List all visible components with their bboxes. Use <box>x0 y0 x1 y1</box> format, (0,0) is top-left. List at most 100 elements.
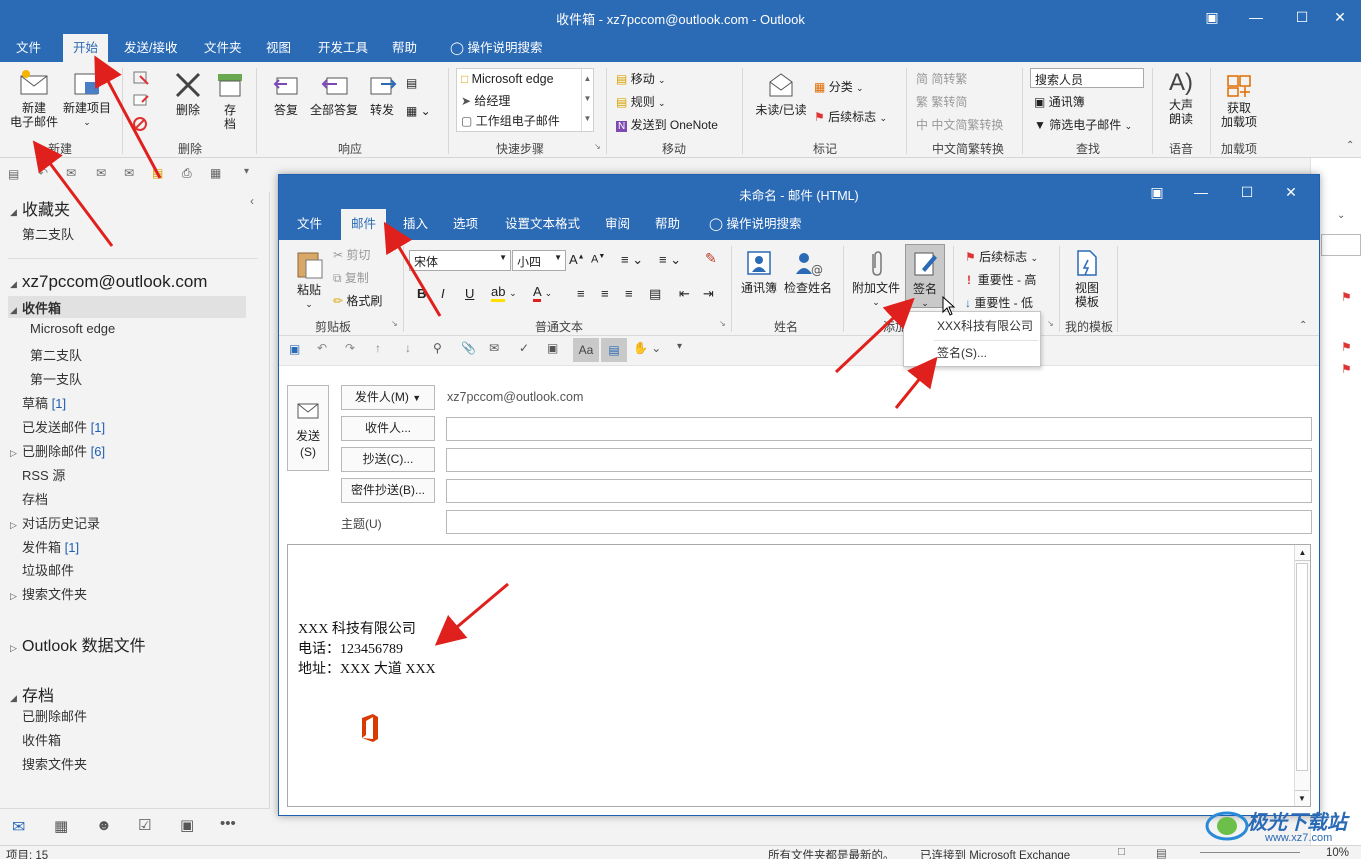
zoom-slider[interactable] <box>1200 852 1300 853</box>
categorize-button[interactable]: ▦ 分类 ⌄ <box>814 78 864 95</box>
folder-junk[interactable]: 垃圾邮件 <box>22 560 74 579</box>
restore-ribbon-icon[interactable]: ▣ <box>1190 4 1234 30</box>
justify-icon[interactable]: ▤ <box>649 286 661 302</box>
numbering-icon[interactable]: ≡ ⌄ <box>659 252 681 268</box>
copy-button[interactable]: ⧉ 复制 <box>333 269 369 286</box>
scroll-thumb[interactable] <box>1296 563 1308 771</box>
move-button[interactable]: ▤ 移动 ⌄ <box>616 70 666 87</box>
tab-options[interactable]: 选项 <box>443 209 488 240</box>
up-arrow-icon[interactable]: ↑ <box>375 341 381 355</box>
tab-developer[interactable]: 开发工具 <box>308 34 378 62</box>
paste-button[interactable]: 粘贴 ⌄ <box>289 248 329 311</box>
calendar-icon[interactable]: ▦ <box>54 817 68 835</box>
tab-review[interactable]: 审阅 <box>595 209 640 240</box>
signature-option[interactable]: XXX科技有限公司 <box>904 314 1040 338</box>
convert-button[interactable]: 中 中文简繁转换 <box>916 116 1003 133</box>
undo-icon[interactable]: ↶ <box>38 166 48 180</box>
ignore-icon[interactable] <box>132 70 150 89</box>
folder-conversation-history[interactable]: ▷ 对话历史记录 <box>10 513 100 532</box>
flag-icon[interactable]: ⚑ <box>1341 362 1352 376</box>
message-body[interactable]: XXX 科技有限公司 电话：123456789 地址：XXX 大道 XXX ▲ … <box>287 544 1311 807</box>
font-name-select[interactable]: 宋体 ▼ <box>409 250 511 271</box>
bullets-icon[interactable]: ≡ ⌄ <box>621 252 643 268</box>
delete-button[interactable]: 删除 <box>168 70 208 117</box>
tab-home[interactable]: 开始 <box>63 34 109 62</box>
highlight-icon[interactable]: ab ⌄ <box>491 284 517 302</box>
notes-icon[interactable]: ▣ <box>180 816 194 834</box>
font-color-icon[interactable]: A ⌄ <box>533 284 552 302</box>
forward-button[interactable]: 转发 <box>362 70 402 117</box>
minimize-button[interactable]: — <box>1234 4 1278 30</box>
unread-read-button[interactable]: 未读/已读 <box>750 70 812 117</box>
grow-font-icon[interactable]: A▲ <box>569 252 585 267</box>
clear-formatting-icon[interactable]: ✎ <box>705 250 717 267</box>
flag-icon[interactable]: ⚑ <box>1341 340 1352 354</box>
close-button[interactable]: ✕ <box>1269 179 1313 205</box>
tab-send-receive[interactable]: 发送/接收 <box>114 34 187 62</box>
followup-button[interactable]: ⚑ 后续标志 ⌄ <box>814 108 887 125</box>
folder-inbox[interactable]: ◢ 收件箱 <box>10 298 61 317</box>
minimize-button[interactable]: — <box>1179 179 1223 205</box>
restore-ribbon-icon[interactable]: ▣ <box>1135 179 1179 205</box>
scroll-up-icon[interactable]: ▲ <box>1295 545 1310 561</box>
quick-step-item[interactable]: ▢ 工作组电子邮件 <box>461 112 560 129</box>
shrink-font-icon[interactable]: A▼ <box>591 253 605 266</box>
folder-item[interactable]: 收件箱 <box>22 730 61 749</box>
reply-all-button[interactable]: 全部答复 <box>306 70 362 117</box>
undo-icon[interactable]: ↶ <box>317 341 327 355</box>
folder-search[interactable]: ▷ 搜索文件夹 <box>10 584 87 603</box>
italic-icon[interactable]: I <box>441 286 445 301</box>
tasks-icon[interactable]: ☑ <box>138 816 151 834</box>
archive-header[interactable]: ◢ 存档 <box>10 682 54 706</box>
underline-icon[interactable]: U <box>465 286 474 301</box>
archive-button[interactable]: 存 档 <box>212 70 248 131</box>
search-people-input[interactable]: 搜索人员 <box>1030 68 1144 88</box>
collapse-ribbon-icon[interactable]: ⌃ <box>1299 320 1307 331</box>
dialog-launcher-icon[interactable]: ↘ <box>719 319 726 328</box>
gallery-scroll[interactable]: ▲ ▼ ▼ <box>581 69 593 131</box>
normal-view-icon[interactable]: □ <box>1118 846 1125 858</box>
format-icon[interactable]: ▤ <box>601 338 627 362</box>
to-button[interactable]: 收件人... <box>341 416 435 441</box>
folder-item[interactable]: 第一支队 <box>30 369 82 388</box>
spelling-icon[interactable]: ✓ <box>519 341 529 355</box>
move-icon[interactable]: ▤ <box>152 166 163 180</box>
quick-step-item[interactable]: ➤ 给经理 <box>461 92 510 109</box>
paperclip-icon[interactable]: 📎 <box>461 341 476 355</box>
quick-step-item[interactable]: □ Microsoft edge <box>461 72 554 86</box>
align-right-icon[interactable]: ≡ <box>625 286 633 301</box>
print-preview-icon[interactable]: ⚲ <box>433 341 442 355</box>
low-importance-button[interactable]: ↓ 重要性 - 低 <box>965 294 1033 311</box>
customize-qat-icon[interactable]: ▾ <box>677 341 682 352</box>
tab-folder[interactable]: 文件夹 <box>194 34 252 62</box>
mail-icon[interactable]: ✉ <box>12 817 25 837</box>
onenote-button[interactable]: N 发送到 OneNote <box>616 116 718 133</box>
folder-item[interactable]: 第二支队 <box>22 224 74 243</box>
reply-all-icon[interactable]: ✉ <box>96 166 106 180</box>
more-respond-icon[interactable]: ▦ ⌄ <box>406 104 431 118</box>
meeting-icon[interactable]: ▤ <box>406 76 417 90</box>
folder-item[interactable]: 搜索文件夹 <box>22 754 87 773</box>
touch-mode-icon[interactable]: ✋ ⌄ <box>633 341 661 355</box>
new-items-button[interactable]: 新建项目 ⌄ <box>60 68 114 129</box>
change-case-icon[interactable]: Aa <box>573 338 599 362</box>
tab-insert[interactable]: 插入 <box>393 209 438 240</box>
tab-format-text[interactable]: 设置文本格式 <box>495 209 590 240</box>
down-arrow-icon[interactable]: ↓ <box>405 341 411 355</box>
cc-field[interactable] <box>446 448 1312 472</box>
read-aloud-button[interactable]: A) 大声 朗读 <box>1158 68 1204 126</box>
folder-drafts[interactable]: 草稿 [1] <box>22 393 66 412</box>
decrease-indent-icon[interactable]: ⇤ <box>679 286 690 302</box>
send-receive-icon[interactable]: ▤ <box>8 167 19 181</box>
flag-icon[interactable]: ⚑ <box>1341 290 1352 304</box>
collapse-ribbon-icon[interactable]: ⌃ <box>1346 140 1354 151</box>
redo-icon[interactable]: ↷ <box>345 341 355 355</box>
print-icon[interactable]: ⎙ <box>182 166 192 181</box>
body-scrollbar[interactable]: ▲ ▼ <box>1294 545 1310 806</box>
tab-help[interactable]: 帮助 <box>382 34 427 62</box>
envelope-icon[interactable]: ✉ <box>489 341 499 355</box>
dialog-launcher-icon[interactable]: ↘ <box>391 319 398 328</box>
get-addins-button[interactable]: 获取 加载项 <box>1214 68 1264 129</box>
high-importance-button[interactable]: ! 重要性 - 高 <box>967 271 1036 288</box>
account-header[interactable]: ◢ xz7pccom@outlook.com <box>10 272 207 292</box>
